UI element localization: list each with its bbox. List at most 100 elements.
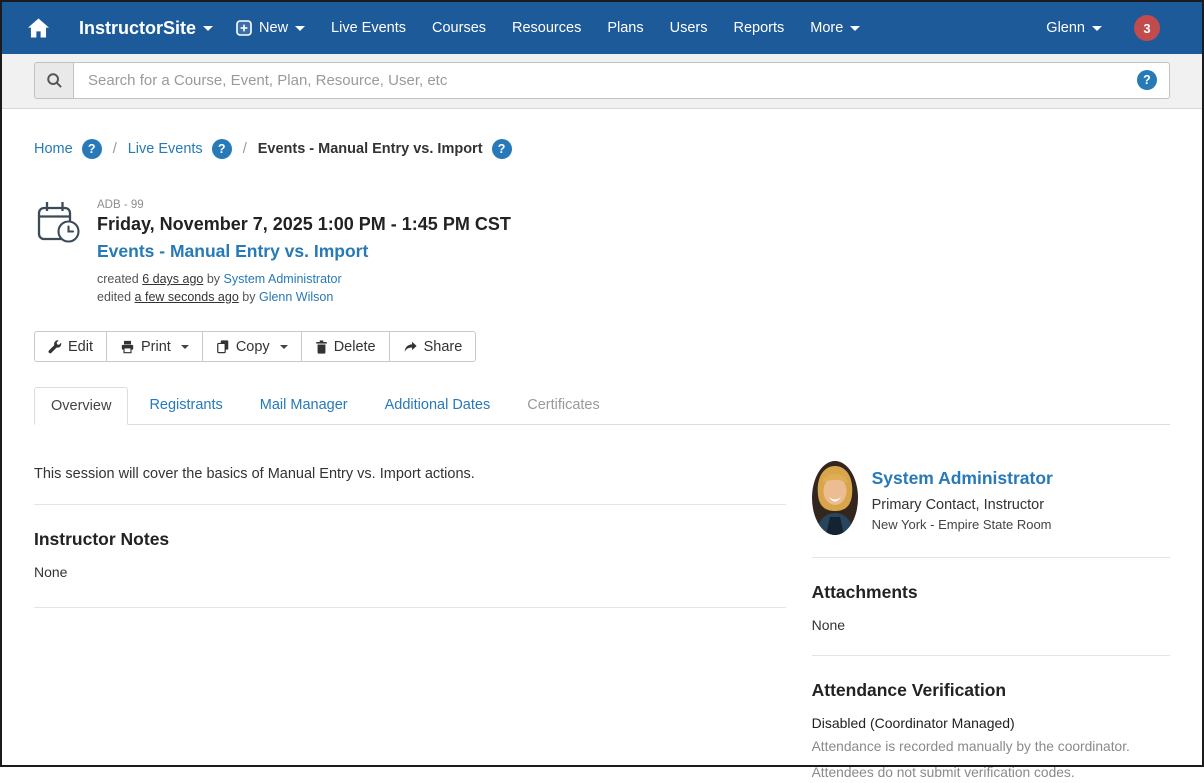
nav-item-new-label: New	[259, 20, 289, 36]
tab-bar: Overview Registrants Mail Manager Additi…	[34, 387, 1170, 426]
edited-by-link[interactable]: Glenn Wilson	[259, 290, 333, 304]
created-by-link[interactable]: System Administrator	[224, 272, 342, 286]
nav-item-resources[interactable]: Resources	[499, 20, 594, 36]
contact-roles: Primary Contact, Instructor	[871, 497, 1045, 514]
nav-item-users[interactable]: Users	[657, 20, 721, 36]
contact-name-link[interactable]: System Administrator	[872, 468, 1053, 488]
search-help-icon[interactable]: ?	[1137, 70, 1157, 90]
print-button[interactable]: Print	[106, 331, 203, 363]
plus-square-icon	[236, 20, 252, 36]
tab-certificates: Certificates	[527, 397, 600, 414]
chevron-down-icon	[279, 344, 288, 349]
instructor-notes-title: Instructor Notes	[34, 529, 170, 550]
help-icon[interactable]: ?	[211, 139, 232, 159]
overview-left-column: This session will cover the basics of Ma…	[34, 461, 786, 783]
event-datetime: Friday, November 7, 2025 1:00 PM - 1:45 …	[97, 214, 511, 234]
wrench-icon	[48, 340, 62, 354]
event-title-link[interactable]: Events - Manual Entry vs. Import	[97, 241, 368, 262]
calendar-clock-icon	[34, 199, 84, 306]
breadcrumb-live-events[interactable]: Live Events	[128, 141, 203, 157]
overview-panel: This session will cover the basics of Ma…	[34, 461, 1170, 783]
breadcrumb-home[interactable]: Home	[34, 141, 73, 157]
share-button-label: Share	[423, 338, 463, 355]
tab-registrants[interactable]: Registrants	[133, 387, 238, 424]
attachments-value: None	[811, 617, 846, 634]
event-description: This session will cover the basics of Ma…	[34, 466, 475, 483]
search-icon	[46, 73, 62, 88]
edit-button-label: Edit	[68, 338, 93, 355]
trash-icon	[315, 340, 327, 354]
search-input[interactable]	[73, 62, 1170, 99]
nav-item-label: Live Events	[331, 20, 407, 36]
nav-links: New Live Events Courses Resources Plans …	[223, 20, 873, 36]
help-icon[interactable]: ?	[81, 139, 102, 159]
breadcrumb-separator: /	[242, 141, 247, 157]
event-info: ADB - 99 Friday, November 7, 2025 1:00 P…	[97, 199, 511, 306]
notification-badge[interactable]: 3	[1134, 15, 1160, 41]
contact-info: System Administrator Primary Contact, In…	[872, 461, 1053, 535]
contact-location: New York - Empire State Room	[871, 517, 1052, 533]
tab-overview[interactable]: Overview	[34, 387, 129, 426]
print-button-label: Print	[141, 338, 171, 355]
breadcrumb: Home ? / Live Events ? / Events - Manual…	[34, 139, 1170, 159]
chevron-down-icon	[1092, 25, 1102, 31]
attendance-status: Disabled (Coordinator Managed)	[811, 715, 1015, 732]
home-icon[interactable]	[28, 18, 49, 38]
tab-mail-manager[interactable]: Mail Manager	[244, 387, 364, 424]
contact-card: System Administrator Primary Contact, In…	[811, 461, 1170, 536]
copy-icon	[216, 340, 229, 354]
attendance-note-1: Attendance is recorded manually by the c…	[811, 739, 1130, 755]
nav-item-label: Reports	[733, 20, 785, 36]
created-line: created 6 days ago by System Administrat…	[97, 270, 511, 288]
user-menu[interactable]: Glenn	[1046, 20, 1102, 36]
breadcrumb-separator: /	[112, 141, 117, 157]
edited-word: edited	[97, 290, 132, 305]
attendance-note-2: Attendees do not submit verification cod…	[811, 765, 1075, 781]
nav-item-courses[interactable]: Courses	[419, 20, 499, 36]
divider	[34, 607, 786, 609]
nav-item-live-events[interactable]: Live Events	[318, 20, 419, 36]
search-input-group: ?	[34, 62, 1170, 99]
edit-button[interactable]: Edit	[34, 331, 107, 363]
share-button[interactable]: Share	[388, 331, 477, 363]
nav-item-label: Resources	[512, 20, 582, 36]
site-menu-label: InstructorSite	[79, 17, 197, 38]
delete-button[interactable]: Delete	[300, 331, 390, 363]
breadcrumb-current: Events - Manual Entry vs. Import	[257, 141, 483, 157]
attendance-verification-title: Attendance Verification	[811, 680, 1007, 701]
search-button[interactable]	[34, 62, 73, 99]
share-icon	[404, 341, 417, 352]
nav-item-new[interactable]: New	[223, 20, 318, 36]
divider	[34, 504, 786, 506]
nav-item-reports[interactable]: Reports	[720, 20, 797, 36]
chevron-down-icon	[295, 25, 306, 31]
edited-time[interactable]: a few seconds ago	[135, 290, 239, 304]
main-content: Home ? / Live Events ? / Events - Manual…	[2, 139, 1202, 783]
nav-item-label: Courses	[432, 20, 487, 36]
event-meta: created 6 days ago by System Administrat…	[97, 270, 511, 306]
nav-item-label: Plans	[607, 20, 644, 36]
nav-item-label: More	[810, 20, 844, 36]
avatar[interactable]	[811, 461, 858, 536]
edited-line: edited a few seconds ago by Glenn Wilson	[97, 288, 511, 306]
by-word: by	[242, 290, 256, 305]
user-menu-label: Glenn	[1046, 20, 1085, 36]
help-icon[interactable]: ?	[491, 139, 512, 159]
copy-button[interactable]: Copy	[201, 331, 302, 363]
by-word: by	[206, 272, 221, 286]
copy-button-label: Copy	[235, 338, 270, 355]
site-menu[interactable]: InstructorSite	[79, 17, 214, 39]
nav-item-plans[interactable]: Plans	[594, 20, 656, 36]
nav-item-more[interactable]: More	[797, 20, 873, 36]
attachments-title: Attachments	[811, 582, 918, 603]
overview-right-column: System Administrator Primary Contact, In…	[811, 461, 1170, 783]
chevron-down-icon	[850, 25, 861, 31]
divider	[811, 655, 1170, 657]
event-code: ADB - 99	[97, 199, 144, 211]
delete-button-label: Delete	[333, 338, 376, 355]
nav-item-label: Users	[669, 20, 708, 36]
created-time[interactable]: 6 days ago	[142, 272, 203, 286]
nav-right: Glenn 3	[1046, 15, 1176, 41]
created-word: created	[97, 272, 139, 286]
tab-additional-dates[interactable]: Additional Dates	[369, 387, 507, 424]
